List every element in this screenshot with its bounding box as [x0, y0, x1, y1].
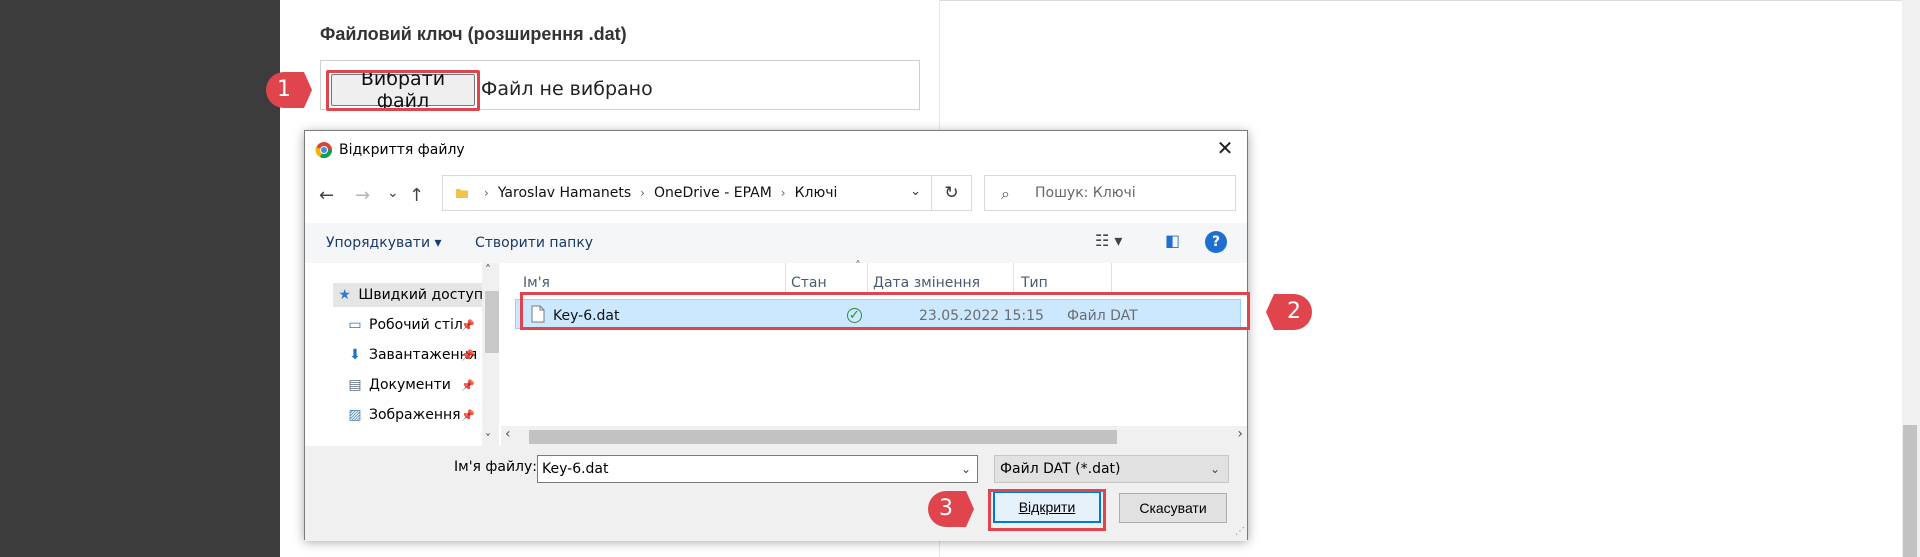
sort-ascending-icon: ˄: [855, 259, 861, 273]
pin-icon: 📌: [461, 379, 475, 392]
scroll-right-icon[interactable]: ›: [1237, 426, 1243, 442]
step-marker-1-number: 1: [277, 77, 291, 102]
column-header-status[interactable]: Стан: [791, 275, 827, 291]
help-icon[interactable]: ?: [1205, 231, 1227, 253]
file-list: ˄ Ім'я Стан Дата змінення Тип: [501, 259, 1247, 446]
nav-item-label: Робочий стіл: [369, 317, 463, 333]
file-type-value: Файл DAT (*.dat): [1000, 461, 1121, 477]
file-type-select[interactable]: Файл DAT (*.dat) ⌄: [994, 455, 1229, 483]
address-dropdown-icon[interactable]: ⌄: [910, 184, 921, 199]
step-marker-2: 2: [1264, 292, 1314, 332]
command-toolbar: Упорядкувати ▾ Створити папку ☷ ▾ ◧ ?: [305, 223, 1247, 263]
dialog-titlebar: Відкриття файлу: [315, 140, 465, 160]
navigation-pane: ★ Швидкий доступ ▭ Робочий стіл ⬇ Завант…: [305, 263, 499, 446]
page-scrollbar-thumb[interactable]: [1903, 425, 1917, 557]
file-name-value: Key-6.dat: [542, 461, 609, 477]
chevron-down-icon: ⌄: [1209, 462, 1220, 476]
document-icon: ▤: [348, 377, 362, 393]
search-box[interactable]: ⌕ Пошук: Ключі: [984, 175, 1236, 211]
nav-item-label: Документи: [369, 377, 451, 393]
dialog-title: Відкриття файлу: [339, 142, 465, 158]
breadcrumb: › Yaroslav Hamanets › OneDrive - EPAM › …: [455, 176, 837, 210]
back-arrow-icon[interactable]: ←: [319, 185, 334, 206]
open-file-dialog: Відкриття файлу ✕ ← → ⌄ ↑ › Yaroslav Ham…: [304, 130, 1248, 541]
scroll-left-icon[interactable]: ‹: [505, 426, 511, 442]
desktop-icon: ▭: [348, 317, 362, 333]
pictures-icon: ▨: [348, 407, 362, 423]
step-marker-3-number: 3: [939, 496, 953, 521]
scroll-down-icon[interactable]: ˅: [485, 432, 491, 446]
download-icon: ⬇: [349, 347, 361, 363]
recent-locations-icon[interactable]: ⌄: [387, 185, 399, 201]
file-name-input[interactable]: Key-6.dat ⌄: [537, 455, 978, 483]
chrome-icon: [315, 142, 333, 159]
pin-icon: 📌: [461, 319, 475, 332]
highlight-choose-button: [326, 70, 480, 111]
search-placeholder: Пошук: Ключі: [1035, 185, 1136, 201]
breadcrumb-keys[interactable]: Ключі: [795, 185, 838, 201]
step-marker-1: 1: [264, 70, 314, 110]
folder-icon: [456, 189, 468, 198]
scroll-up-icon[interactable]: ˄: [485, 263, 491, 277]
nav-item-desktop[interactable]: ▭ Робочий стіл: [345, 313, 463, 337]
breadcrumb-user[interactable]: Yaroslav Hamanets: [498, 185, 631, 201]
search-icon: ⌕: [1001, 184, 1010, 203]
step-marker-2-number: 2: [1287, 299, 1301, 324]
organize-menu[interactable]: Упорядкувати ▾: [326, 235, 442, 251]
hscroll-thumb[interactable]: [529, 430, 1117, 444]
breadcrumb-onedrive[interactable]: OneDrive - EPAM: [654, 185, 772, 201]
no-file-label: Файл не вибрано: [481, 78, 653, 100]
column-divider: [1111, 263, 1112, 293]
chevron-down-icon[interactable]: ⌄: [961, 462, 971, 476]
view-options-icon[interactable]: ☷ ▾: [1095, 231, 1122, 250]
column-header-modified[interactable]: Дата змінення: [873, 275, 980, 291]
up-folder-icon[interactable]: ↑: [409, 185, 424, 206]
step-marker-3: 3: [926, 489, 976, 529]
column-divider: [1013, 263, 1014, 293]
nav-item-label: Зображення: [369, 407, 461, 423]
nav-item-documents[interactable]: ▤ Документи: [345, 373, 451, 397]
preview-pane-icon[interactable]: ◧: [1165, 231, 1180, 250]
left-dark-panel: [0, 0, 280, 557]
address-bar[interactable]: › Yaroslav Hamanets › OneDrive - EPAM › …: [442, 175, 932, 211]
column-divider: [867, 263, 868, 293]
refresh-icon[interactable]: ↻: [932, 175, 972, 211]
new-folder-button[interactable]: Створити папку: [475, 235, 593, 251]
column-header-type[interactable]: Тип: [1021, 275, 1048, 291]
top-divider: [940, 0, 1920, 1]
highlight-file-row: [520, 292, 1250, 330]
resize-grip-icon[interactable]: ⋰: [1235, 526, 1245, 537]
star-icon: ★: [338, 287, 351, 303]
nav-item-pictures[interactable]: ▨ Зображення: [345, 403, 461, 427]
column-divider: [785, 263, 786, 293]
file-name-label: Ім'я файлу:: [454, 459, 538, 475]
nav-item-downloads[interactable]: ⬇ Завантаження: [345, 343, 477, 367]
highlight-open-button: [988, 489, 1106, 531]
nav-item-label: Швидкий доступ: [358, 287, 483, 303]
pin-icon: 📌: [461, 409, 475, 422]
pin-icon: 📌: [461, 349, 475, 362]
cancel-button[interactable]: Скасувати: [1119, 493, 1227, 523]
close-icon[interactable]: ✕: [1215, 138, 1235, 159]
column-header-name[interactable]: Ім'я: [523, 275, 550, 291]
file-key-heading: Файловий ключ (розширення .dat): [320, 24, 627, 44]
nav-pane-scroll-thumb[interactable]: [485, 291, 499, 353]
nav-item-quick-access[interactable]: ★ Швидкий доступ: [333, 283, 483, 307]
forward-arrow-icon[interactable]: →: [355, 185, 370, 206]
